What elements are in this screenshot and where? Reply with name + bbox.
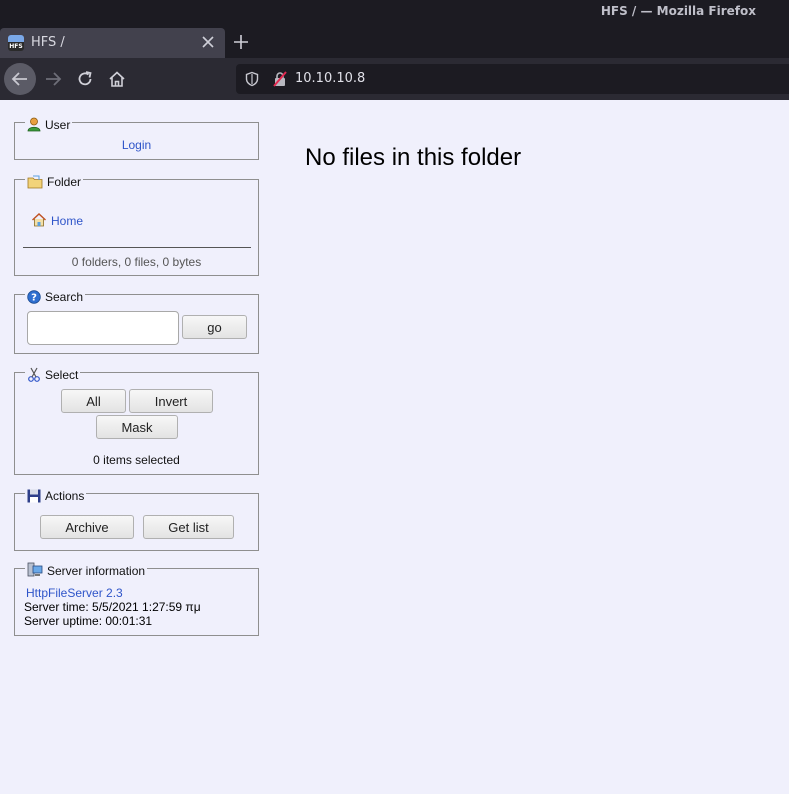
mask-button[interactable]: Mask [96, 415, 178, 439]
search-input[interactable] [27, 311, 179, 345]
new-tab-button[interactable] [229, 28, 253, 56]
navigation-toolbar: 10.10.10.8 [0, 58, 789, 100]
scissors-icon [28, 367, 40, 382]
folder-panel-legend: Folder [25, 171, 84, 189]
folder-icon [27, 175, 43, 189]
tab-title: HFS / [31, 35, 65, 50]
folder-panel-title: Folder [47, 175, 82, 189]
select-panel: Select All Invert Mask 0 items selected [14, 364, 259, 475]
insecure-lock-icon[interactable] [272, 71, 288, 87]
no-files-message: No files in this folder [305, 144, 522, 171]
folder-stats: 0 folders, 0 files, 0 bytes [71, 255, 202, 269]
reload-icon [78, 71, 92, 86]
folder-panel: Folder Home 0 folders, 0 files, 0 bytes [14, 171, 259, 276]
selection-count: 0 items selected [93, 453, 180, 467]
back-button[interactable] [4, 63, 36, 95]
server-time: Server time: 5/5/2021 1:27:59 πμ [24, 600, 201, 614]
shield-icon[interactable] [244, 71, 260, 87]
home-icon [32, 213, 46, 227]
floppy-disk-icon [27, 489, 41, 503]
browser-tab[interactable]: HFS HFS / [0, 28, 225, 58]
search-panel-legend: ? Search [25, 286, 86, 304]
invert-selection-button[interactable]: Invert [129, 389, 213, 413]
search-panel: ? Search go [14, 286, 259, 354]
home-link-row[interactable]: Home [31, 212, 83, 228]
select-panel-legend: Select [25, 364, 81, 382]
address-bar[interactable]: 10.10.10.8 [236, 64, 789, 94]
window-title: HFS / — Mozilla Firefox [600, 4, 756, 18]
get-list-button[interactable]: Get list [143, 515, 234, 539]
help-icon: ? [27, 290, 41, 304]
tab-strip: HFS HFS / [0, 28, 789, 58]
window-titlebar: HFS / — Mozilla Firefox [0, 0, 789, 28]
folder-divider [23, 247, 251, 248]
arrow-right-icon [46, 72, 62, 86]
login-link[interactable]: Login [15, 138, 258, 152]
actions-panel-title: Actions [45, 489, 85, 503]
search-panel-title: Search [45, 290, 84, 304]
hfs-version-link[interactable]: HttpFileServer 2.3 [26, 586, 123, 600]
server-computer-icon [27, 562, 43, 577]
go-button[interactable]: go [182, 315, 247, 339]
user-panel: User Login [14, 114, 259, 160]
url-text[interactable]: 10.10.10.8 [295, 71, 365, 86]
tab-close-icon[interactable] [199, 32, 217, 52]
server-info-legend: Server information [25, 560, 148, 578]
user-icon [27, 117, 41, 132]
home-icon [109, 71, 125, 87]
svg-text:?: ? [31, 293, 37, 304]
forward-button[interactable] [37, 63, 69, 95]
home-link[interactable]: Home [51, 214, 83, 228]
server-info-panel: Server information HttpFileServer 2.3 Se… [14, 560, 259, 636]
user-panel-legend: User [25, 114, 73, 132]
server-uptime: Server uptime: 00:01:31 [24, 614, 153, 628]
server-info-title: Server information [47, 564, 146, 578]
select-panel-title: Select [45, 368, 79, 382]
home-button[interactable] [101, 63, 133, 95]
actions-panel: Actions Archive Get list [14, 485, 259, 551]
reload-button[interactable] [69, 63, 101, 95]
hfs-favicon-icon: HFS [8, 35, 24, 51]
archive-button[interactable]: Archive [40, 515, 134, 539]
select-all-button[interactable]: All [61, 389, 126, 413]
hfs-page: User Login Folder Home 0 folders, 0 file… [0, 100, 789, 794]
arrow-left-icon [11, 72, 27, 86]
user-panel-title: User [45, 118, 71, 132]
actions-panel-legend: Actions [25, 485, 87, 503]
